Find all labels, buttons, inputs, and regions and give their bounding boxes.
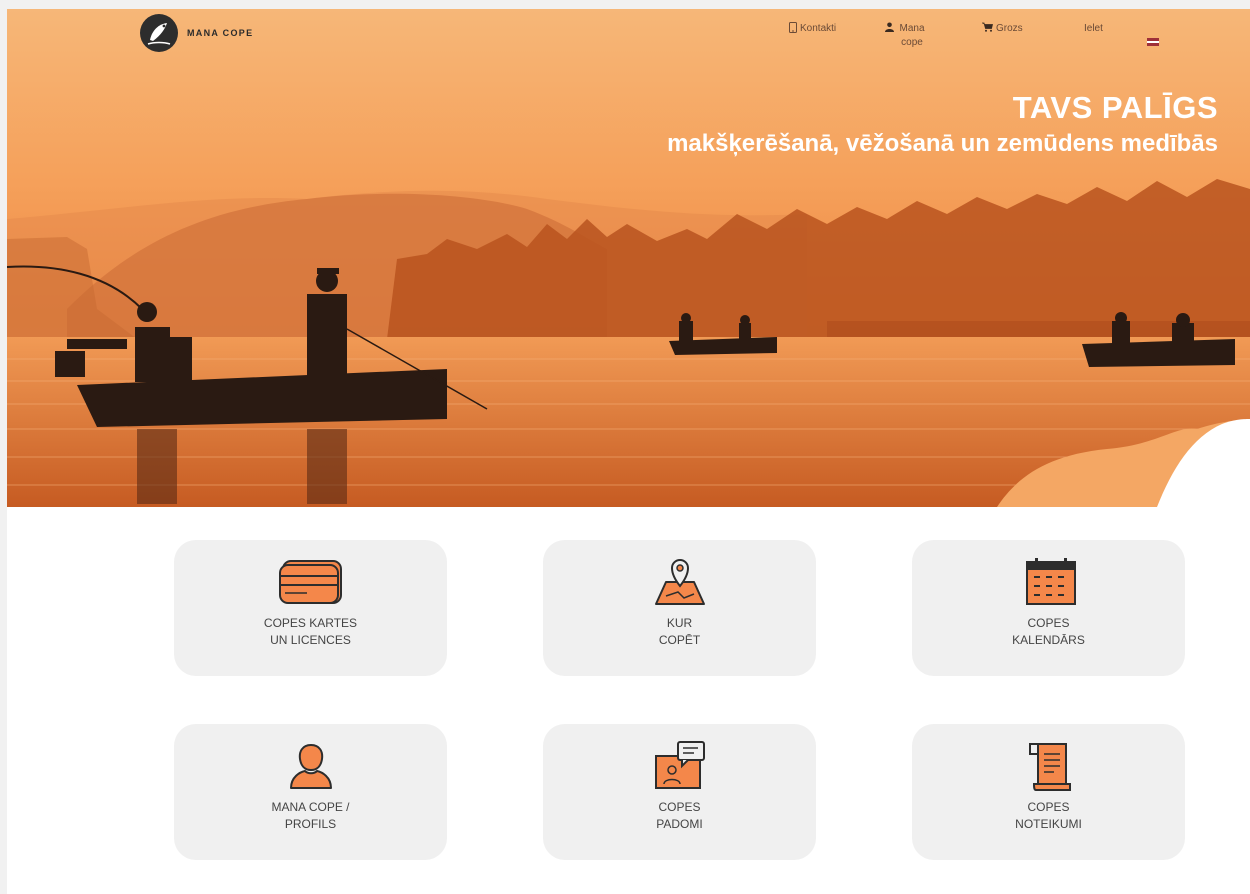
tile-my-profile[interactable]: MANA COPE / PROFILS [174, 724, 447, 860]
tile-label-line2: KALENDĀRS [1012, 633, 1085, 647]
calendar-icon [1025, 558, 1076, 605]
tile-label-line2: UN LICENCES [270, 633, 351, 647]
hero-heading: TAVS PALĪGS makšķerēšanā, vēžošanā un ze… [667, 89, 1218, 160]
nav-login[interactable]: Ielet [1084, 22, 1103, 36]
nav-account[interactable]: Mana cope [885, 22, 927, 50]
map-pin-icon [654, 559, 705, 605]
advice-icon [654, 741, 705, 789]
tile-label-line2: PADOMI [656, 817, 703, 831]
tile-label-line2: COPĒT [658, 633, 701, 647]
nav-cart[interactable]: Grozs [982, 22, 1023, 36]
tile-label-line1: COPES [658, 800, 701, 814]
rules-document-icon [1028, 743, 1071, 791]
user-icon [885, 22, 894, 32]
tile-where-to-fish[interactable]: KUR COPĒT [543, 540, 816, 676]
tile-fishing-rules[interactable]: COPES NOTEIKUMI [912, 724, 1185, 860]
cart-icon [982, 22, 993, 32]
user-profile-icon [289, 743, 332, 789]
tile-label-line1: COPES [1027, 800, 1070, 814]
hero-banner: MANA COPE Kontakti Mana cope Grozs Ielet… [7, 9, 1250, 507]
hero-subtitle: makšķerēšanā, vēžošanā un zemūdens medīb… [667, 130, 1218, 157]
tile-fishing-advice[interactable]: COPES PADOMI [543, 724, 816, 860]
tile-label-line1: MANA COPE / [271, 800, 350, 814]
top-navigation: Kontakti Mana cope Grozs Ielet [7, 22, 1250, 62]
tile-label-line1: KUR [666, 616, 693, 630]
tile-label-line1: COPES KARTES [263, 616, 358, 630]
hero-wave-decoration [997, 419, 1250, 507]
tile-fishing-calendar[interactable]: COPES KALENDĀRS [912, 540, 1185, 676]
tile-label-line2: NOTEIKUMI [1015, 817, 1082, 831]
nav-account-label: Mana cope [899, 23, 925, 48]
tile-label-line2: PROFILS [284, 817, 337, 831]
feature-tiles: COPES KARTES UN LICENCES KUR COPĒT COPES… [7, 507, 1250, 894]
hero-title: TAVS PALĪGS [1012, 90, 1218, 125]
page: MANA COPE Kontakti Mana cope Grozs Ielet… [7, 9, 1250, 894]
phone-icon [789, 22, 797, 33]
nav-login-label: Ielet [1084, 23, 1103, 34]
latvian-flag-icon[interactable] [1147, 38, 1159, 46]
nav-contacts[interactable]: Kontakti [789, 22, 836, 36]
cards-icon [278, 560, 342, 604]
tile-label-line1: COPES [1027, 616, 1070, 630]
nav-contacts-label: Kontakti [800, 23, 837, 34]
nav-cart-label: Grozs [996, 23, 1023, 34]
tile-fishing-cards-licences[interactable]: COPES KARTES UN LICENCES [174, 540, 447, 676]
